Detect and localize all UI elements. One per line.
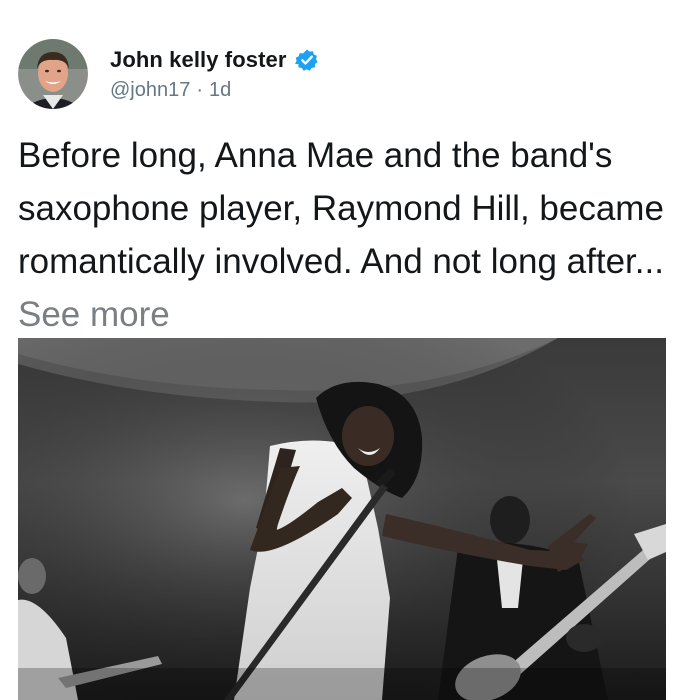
- author-handle[interactable]: @john17: [110, 79, 190, 102]
- photo-image: [18, 338, 666, 700]
- see-more-link[interactable]: See more: [18, 295, 170, 334]
- separator-dot: ·: [196, 78, 204, 101]
- post-text: Before long, Anna Mae and the band's sax…: [18, 129, 690, 341]
- handle-row: @john17 · 1d: [110, 79, 319, 102]
- post-image[interactable]: [18, 338, 666, 700]
- post-text-content: Before long, Anna Mae and the band's sax…: [18, 136, 664, 281]
- author-meta: John kelly foster @john17 · 1d: [110, 47, 319, 102]
- post-time[interactable]: 1d: [209, 79, 231, 102]
- post-card: John kelly foster @john17 · 1d Before lo…: [0, 0, 700, 700]
- avatar-image: [18, 39, 88, 109]
- avatar[interactable]: [18, 39, 88, 109]
- author-name[interactable]: John kelly foster: [110, 47, 287, 73]
- verified-badge-icon: [294, 48, 319, 72]
- name-row: John kelly foster: [110, 47, 319, 73]
- post-header: John kelly foster @john17 · 1d: [18, 38, 319, 110]
